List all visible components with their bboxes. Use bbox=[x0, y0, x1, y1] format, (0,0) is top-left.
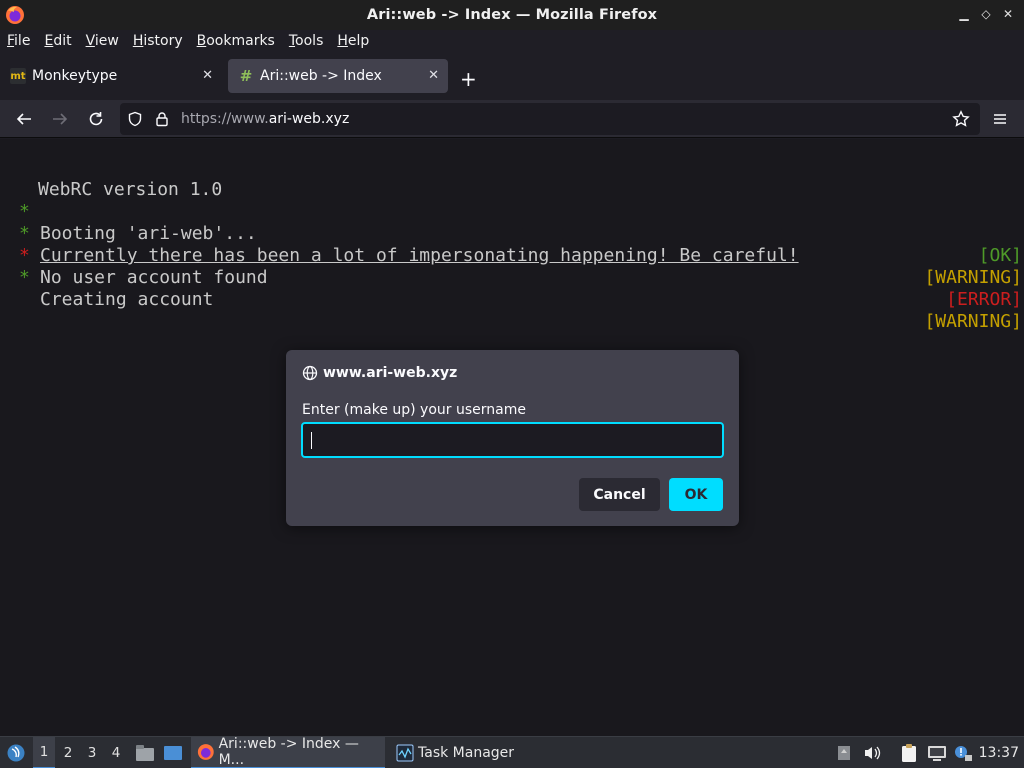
tab-close-icon[interactable]: ✕ bbox=[428, 68, 439, 83]
url-domain: ari-web.xyz bbox=[268, 111, 350, 127]
terminal-log: WebRC version 1.0 * Booting 'ari-web'...… bbox=[0, 157, 1024, 332]
notifications-icon[interactable] bbox=[834, 737, 854, 768]
menu-edit[interactable]: Edit bbox=[44, 33, 78, 49]
menu-file[interactable]: File bbox=[7, 33, 37, 49]
url-text[interactable]: https://www.ari-web.xyz bbox=[181, 111, 349, 127]
log-line: * Currently there has been a lot of impe… bbox=[0, 201, 1024, 288]
workspace-4[interactable]: 4 bbox=[105, 737, 127, 768]
tab-label: Ari::web -> Index bbox=[260, 68, 382, 84]
workspace-3[interactable]: 3 bbox=[81, 737, 103, 768]
tab-monkeytype[interactable]: mt Monkeytype ✕ bbox=[0, 59, 222, 93]
log-line: * Booting 'ari-web'... [OK] bbox=[0, 179, 1024, 266]
clipboard-icon[interactable] bbox=[898, 737, 920, 768]
workspace-2[interactable]: 2 bbox=[57, 737, 79, 768]
tab-label: Monkeytype bbox=[32, 68, 118, 84]
network-icon[interactable] bbox=[926, 737, 948, 768]
menu-bar: File Edit View History Bookmarks Tools H… bbox=[0, 30, 1024, 52]
task-firefox[interactable]: Ari::web -> Index — M... bbox=[191, 736, 385, 768]
log-bullet: * bbox=[19, 267, 30, 288]
log-line: * No user account found [ERROR] bbox=[0, 223, 1024, 310]
dialog-header: www.ari-web.xyz bbox=[302, 365, 457, 381]
taskbar-clock: 13:37 bbox=[978, 745, 1019, 761]
log-status: [ERROR] bbox=[946, 289, 1022, 310]
ari-web-favicon-icon: # bbox=[239, 67, 253, 85]
file-manager-icon[interactable] bbox=[134, 737, 156, 768]
dialog-prompt: Enter (make up) your username bbox=[302, 402, 526, 418]
shield-icon[interactable] bbox=[124, 108, 146, 130]
monkeytype-favicon-icon: mt bbox=[10, 68, 26, 84]
reload-icon[interactable] bbox=[85, 108, 107, 130]
log-status: [WARNING] bbox=[924, 311, 1022, 332]
updates-icon[interactable] bbox=[952, 737, 974, 768]
ok-button[interactable]: OK bbox=[669, 478, 723, 511]
maximize-icon[interactable]: ◇ bbox=[978, 6, 994, 22]
firefox-icon bbox=[6, 6, 24, 24]
start-menu-icon[interactable] bbox=[4, 737, 28, 768]
url-prefix: https://www. bbox=[181, 111, 269, 127]
lock-icon[interactable] bbox=[151, 108, 173, 130]
tab-ari-web[interactable]: # Ari::web -> Index ✕ bbox=[228, 59, 448, 93]
globe-icon bbox=[302, 365, 318, 381]
menu-history[interactable]: History bbox=[133, 33, 190, 49]
window-title: Ari::web -> Index — Mozilla Firefox bbox=[366, 7, 658, 23]
task-label: Ari::web -> Index — M... bbox=[218, 736, 359, 768]
minimize-icon[interactable]: ▁ bbox=[956, 6, 972, 22]
menu-tools[interactable]: Tools bbox=[289, 33, 331, 49]
window-titlebar: Ari::web -> Index — Mozilla Firefox ▁ ◇ … bbox=[0, 0, 1024, 30]
log-status: [WARNING] bbox=[924, 267, 1022, 288]
menu-view[interactable]: View bbox=[86, 33, 126, 49]
task-task-manager[interactable]: Task Manager bbox=[390, 737, 520, 768]
terminal-header-line: WebRC version 1.0 bbox=[0, 157, 1024, 200]
task-label: Task Manager bbox=[418, 745, 515, 761]
taskbar: 1 2 3 4 Ari::web -> Index — M... Task Ma… bbox=[0, 736, 1024, 768]
tab-close-icon[interactable]: ✕ bbox=[202, 68, 213, 83]
bookmark-star-icon[interactable] bbox=[950, 108, 972, 130]
log-text: No user account found bbox=[40, 267, 268, 288]
address-bar[interactable]: https://www.ari-web.xyz bbox=[120, 103, 980, 135]
tab-strip: mt Monkeytype ✕ # Ari::web -> Index ✕ + bbox=[0, 52, 1024, 100]
volume-icon[interactable] bbox=[862, 737, 882, 768]
prompt-dialog: www.ari-web.xyz Enter (make up) your use… bbox=[286, 350, 739, 526]
username-input[interactable] bbox=[301, 422, 724, 458]
dialog-title: www.ari-web.xyz bbox=[323, 365, 458, 381]
text-caret bbox=[311, 432, 312, 449]
desktop-icon[interactable] bbox=[162, 737, 184, 768]
log-text: Creating account bbox=[40, 289, 214, 310]
new-tab-icon[interactable]: + bbox=[460, 67, 477, 91]
back-arrow-icon[interactable] bbox=[13, 108, 35, 130]
menu-help[interactable]: Help bbox=[337, 33, 376, 49]
close-icon[interactable]: ✕ bbox=[1000, 6, 1016, 22]
firefox-icon bbox=[197, 744, 214, 760]
forward-arrow-icon[interactable] bbox=[49, 108, 71, 130]
navigation-bar: https://www.ari-web.xyz bbox=[0, 100, 1024, 138]
log-line: * Creating account [WARNING] bbox=[0, 245, 1024, 332]
hamburger-menu-icon[interactable] bbox=[989, 108, 1011, 130]
menu-bookmarks[interactable]: Bookmarks bbox=[197, 33, 282, 49]
window-controls: ▁ ◇ ✕ bbox=[956, 6, 1016, 22]
task-manager-icon bbox=[396, 744, 414, 762]
workspace-1[interactable]: 1 bbox=[33, 737, 55, 768]
cancel-button[interactable]: Cancel bbox=[579, 478, 660, 511]
